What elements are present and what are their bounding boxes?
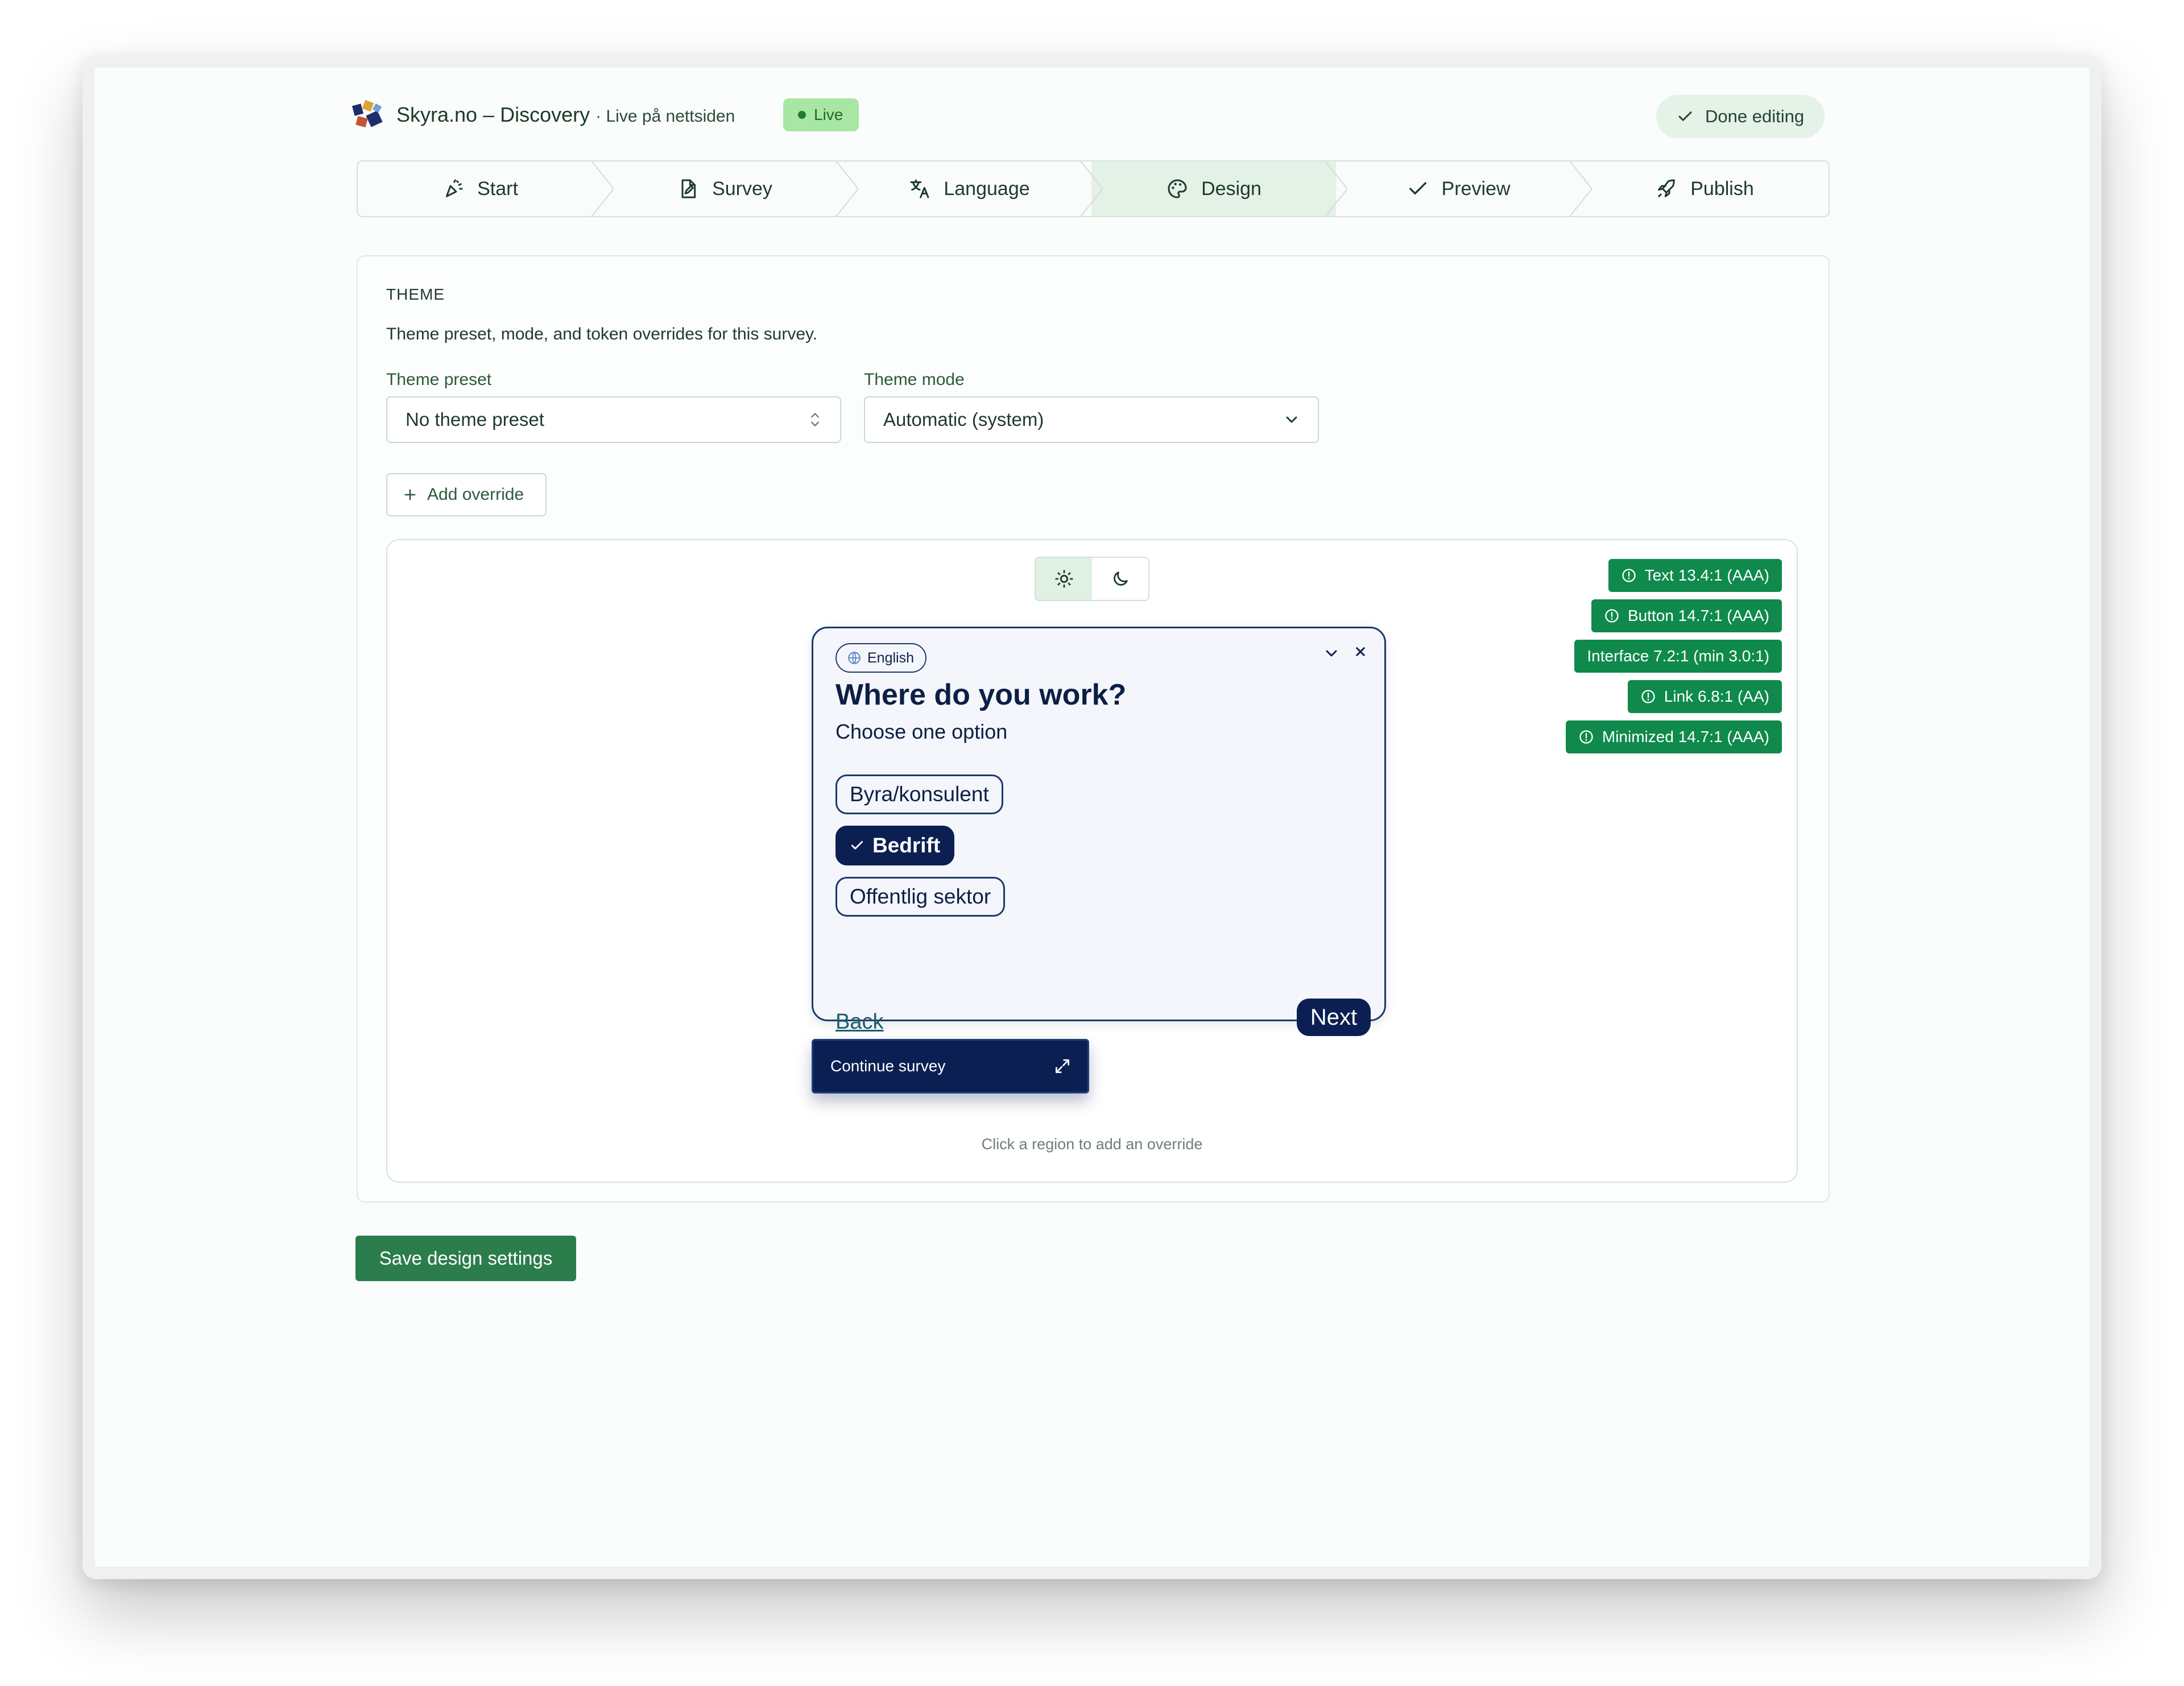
- save-design-settings-button[interactable]: Save design settings: [355, 1236, 576, 1281]
- step-preview[interactable]: Preview: [1336, 161, 1581, 216]
- moon-icon: [1113, 571, 1128, 586]
- add-override-button[interactable]: Add override: [386, 473, 547, 516]
- badge-label: Text 13.4:1 (AAA): [1644, 566, 1769, 584]
- step-label: Start: [477, 177, 518, 200]
- close-icon: [1356, 647, 1365, 656]
- step-divider: [591, 161, 614, 216]
- palette-icon: [1168, 179, 1187, 198]
- done-editing-label: Done editing: [1705, 106, 1805, 126]
- theme-preset-label: Theme preset: [386, 370, 492, 389]
- chevron-down-icon: [1286, 416, 1297, 423]
- expand-icon: [1056, 1059, 1069, 1073]
- badge-label: Minimized 14.7:1 (AAA): [1602, 728, 1769, 745]
- badge-label: Button 14.7:1 (AAA): [1627, 607, 1769, 624]
- wizard-stepper: Start Survey Language Design Preview Pub…: [357, 160, 1830, 217]
- continue-survey-label: Continue survey: [830, 1057, 946, 1075]
- dark-mode-button[interactable]: [1092, 558, 1148, 600]
- contrast-badges: Text 13.4:1 (AAA) Button 14.7:1 (AAA) In…: [1562, 559, 1782, 758]
- option-offentlig-sektor[interactable]: Offentlig sektor: [835, 877, 1006, 917]
- light-mode-button[interactable]: [1036, 558, 1092, 600]
- info-circle-icon: [1579, 730, 1593, 744]
- check-icon: [851, 841, 863, 850]
- contrast-badge-minimized[interactable]: Minimized 14.7:1 (AAA): [1565, 720, 1782, 753]
- option-label: Byra/konsulent: [850, 782, 989, 806]
- sun-icon: [1054, 570, 1073, 588]
- option-bedrift[interactable]: Bedrift: [835, 826, 955, 865]
- survey-name: Skyra.no – Discovery: [396, 103, 590, 126]
- contrast-badge-interface[interactable]: Interface 7.2:1 (min 3.0:1): [1574, 640, 1782, 673]
- done-editing-button[interactable]: Done editing: [1656, 95, 1825, 138]
- language-label: English: [867, 649, 914, 666]
- translate-icon: [910, 179, 929, 198]
- close-button[interactable]: [1352, 643, 1369, 663]
- party-popper-icon: [445, 179, 463, 197]
- back-link[interactable]: Back: [835, 1010, 883, 1034]
- theme-mode-select[interactable]: Automatic (system): [864, 396, 1319, 443]
- skyra-logo: [351, 99, 386, 133]
- file-edit-icon: [681, 179, 696, 198]
- survey-status-text: · Live på nettsiden: [595, 107, 735, 126]
- step-start[interactable]: Start: [358, 161, 602, 216]
- language-selector[interactable]: English: [835, 643, 926, 673]
- step-publish[interactable]: Publish: [1581, 161, 1829, 216]
- contrast-badge-link[interactable]: Link 6.8:1 (AA): [1627, 680, 1782, 713]
- survey-title: Skyra.no – Discovery · Live på nettsiden: [396, 101, 735, 131]
- contrast-badge-text[interactable]: Text 13.4:1 (AAA): [1608, 559, 1782, 592]
- plus-icon: [404, 489, 416, 500]
- minimize-button[interactable]: [1322, 644, 1341, 665]
- step-divider: [835, 161, 858, 216]
- chevron-up-down-icon: [811, 413, 819, 426]
- step-label: Publish: [1690, 177, 1754, 200]
- check-icon: [1409, 182, 1426, 194]
- live-dot-icon: [798, 111, 806, 119]
- check-icon: [1678, 111, 1692, 121]
- question-title: Where do you work?: [835, 678, 1127, 711]
- badge-label: Link 6.8:1 (AA): [1664, 687, 1769, 705]
- app-window: Skyra.no – Discovery · Live på nettsiden…: [82, 55, 2102, 1579]
- step-label: Language: [944, 177, 1030, 200]
- option-label: Offentlig sektor: [850, 885, 991, 908]
- section-heading: THEME: [386, 285, 445, 303]
- info-circle-icon: [1605, 609, 1619, 623]
- step-divider: [1569, 161, 1592, 216]
- continue-survey-button[interactable]: Continue survey: [812, 1039, 1089, 1093]
- add-override-label: Add override: [427, 485, 524, 504]
- badge-label: Interface 7.2:1 (min 3.0:1): [1587, 647, 1769, 665]
- step-divider: [1325, 161, 1347, 216]
- step-language[interactable]: Language: [847, 161, 1091, 216]
- step-design[interactable]: Design: [1091, 161, 1336, 216]
- contrast-badge-button[interactable]: Button 14.7:1 (AAA): [1591, 599, 1782, 632]
- live-badge: Live: [783, 98, 859, 131]
- preview-mode-toggle: [1035, 557, 1149, 601]
- globe-icon: [848, 652, 861, 664]
- preview-hint: Click a region to add an override: [981, 1136, 1203, 1153]
- theme-preset-value: No theme preset: [406, 409, 544, 430]
- theme-preset-select[interactable]: No theme preset: [386, 396, 841, 443]
- option-label: Bedrift: [872, 834, 941, 857]
- next-button[interactable]: Next: [1297, 999, 1371, 1036]
- step-label: Survey: [712, 177, 772, 200]
- section-description: Theme preset, mode, and token overrides …: [386, 325, 818, 343]
- question-instruction: Choose one option: [835, 720, 1008, 743]
- info-circle-icon: [1622, 569, 1636, 582]
- chevron-down-icon: [1326, 650, 1337, 657]
- option-byra-konsulent[interactable]: Byra/konsulent: [835, 774, 1003, 814]
- rocket-icon: [1658, 179, 1676, 197]
- step-label: Design: [1201, 177, 1261, 200]
- theme-mode-value: Automatic (system): [883, 409, 1044, 430]
- theme-mode-label: Theme mode: [864, 370, 965, 389]
- live-badge-label: Live: [814, 106, 843, 123]
- step-survey[interactable]: Survey: [602, 161, 847, 216]
- step-label: Preview: [1441, 177, 1511, 200]
- info-circle-icon: [1641, 690, 1655, 703]
- step-divider: [1080, 161, 1103, 216]
